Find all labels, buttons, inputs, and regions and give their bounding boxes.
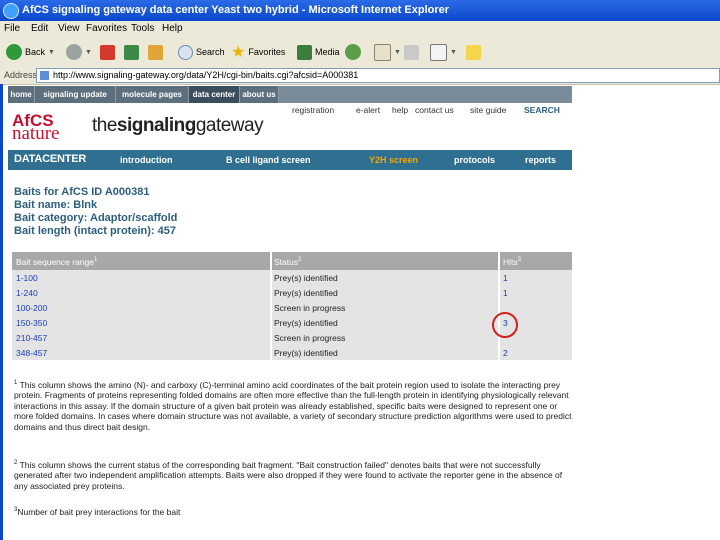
table-row-status: Prey(s) identified bbox=[274, 288, 338, 298]
utility-links: registration e-alert help contact us sit… bbox=[288, 105, 572, 117]
table-row-hits[interactable]: 1 bbox=[503, 288, 508, 298]
page-icon bbox=[40, 71, 49, 80]
nav-home[interactable]: home bbox=[8, 86, 35, 103]
bait-heading-length: Bait length (intact protein): 457 bbox=[14, 225, 176, 237]
stop-button[interactable] bbox=[100, 43, 115, 61]
back-arrow-icon bbox=[6, 44, 22, 60]
menu-view[interactable]: View bbox=[58, 23, 80, 34]
nav-data-center[interactable]: data center bbox=[189, 86, 240, 103]
highlight-circle bbox=[492, 312, 518, 338]
column-divider bbox=[270, 252, 272, 360]
star-icon: ★ bbox=[231, 44, 246, 61]
edit-icon bbox=[430, 43, 447, 61]
footnote-2: 2 This column shows the current status o… bbox=[14, 459, 563, 491]
table-row-range[interactable]: 210-457 bbox=[16, 333, 47, 343]
link-help[interactable]: help bbox=[392, 105, 408, 115]
table-row-range[interactable]: 100-200 bbox=[16, 303, 47, 313]
data-center-title: DATACENTER bbox=[14, 153, 87, 165]
link-site-guide[interactable]: site guide bbox=[470, 105, 506, 115]
favorites-button[interactable]: ★ Favorites bbox=[231, 43, 285, 61]
nav-about-us[interactable]: about us bbox=[240, 86, 279, 103]
site-nav: home signaling update molecule pages dat… bbox=[8, 86, 572, 103]
window-border bbox=[0, 84, 3, 540]
address-label: Address bbox=[4, 70, 38, 80]
table-row-hits[interactable]: 2 bbox=[503, 348, 508, 358]
table-row-range[interactable]: 150-350 bbox=[16, 318, 47, 328]
chevron-down-icon: ▼ bbox=[85, 48, 92, 56]
dc-nav-protocols[interactable]: protocols bbox=[454, 155, 495, 165]
print-icon bbox=[404, 44, 419, 60]
bait-table: Bait sequence range1 Status2 Hits3 1-100… bbox=[12, 252, 572, 360]
table-header: Bait sequence range1 Status2 Hits3 bbox=[12, 252, 572, 270]
menu-bar: File Edit View Favorites Tools Help bbox=[0, 21, 720, 38]
menu-file[interactable]: File bbox=[4, 23, 20, 34]
table-row-status: Screen in progress bbox=[274, 333, 346, 343]
dc-nav-y2h-screen[interactable]: Y2H screen bbox=[369, 155, 418, 165]
column-divider bbox=[498, 252, 500, 360]
window-title-bar: AfCS signaling gateway data center Yeast… bbox=[0, 0, 720, 21]
ie-logo-icon bbox=[3, 3, 19, 19]
bait-heading-category: Bait category: Adaptor/scaffold bbox=[14, 212, 178, 224]
bait-heading-id: Baits for AfCS ID A000381 bbox=[14, 186, 150, 198]
table-row-hits[interactable]: 1 bbox=[503, 273, 508, 283]
home-icon bbox=[148, 44, 163, 60]
col-header-status: Status2 bbox=[274, 257, 302, 267]
link-registration[interactable]: registration bbox=[292, 105, 334, 115]
col-header-hits: Hits3 bbox=[503, 257, 521, 267]
print-button[interactable] bbox=[404, 43, 419, 61]
search-button[interactable]: Search bbox=[178, 43, 225, 61]
chevron-down-icon: ▼ bbox=[48, 48, 55, 56]
mail-icon bbox=[374, 43, 391, 61]
data-center-nav: DATACENTER introduction B cell ligand sc… bbox=[8, 150, 572, 170]
table-row-status: Screen in progress bbox=[274, 303, 346, 313]
search-icon bbox=[178, 44, 193, 60]
footnote-3: 3Number of bait prey interactions for th… bbox=[14, 506, 181, 517]
nav-molecule-pages[interactable]: molecule pages bbox=[116, 86, 189, 103]
search-link[interactable]: SEARCH bbox=[524, 105, 560, 115]
refresh-icon bbox=[124, 44, 139, 60]
bait-heading-name: Bait name: Blnk bbox=[14, 199, 98, 211]
mail-button[interactable]: ▼ bbox=[374, 43, 401, 61]
chevron-down-icon: ▼ bbox=[394, 48, 401, 56]
discuss-button[interactable] bbox=[466, 43, 481, 61]
col-header-range: Bait sequence range1 bbox=[16, 257, 98, 267]
history-icon bbox=[345, 44, 361, 60]
table-row-range[interactable]: 348-457 bbox=[16, 348, 47, 358]
chevron-down-icon: ▼ bbox=[450, 48, 457, 56]
home-button[interactable] bbox=[148, 43, 163, 61]
table-row-status: Prey(s) identified bbox=[274, 348, 338, 358]
nature-logo-text: nature bbox=[12, 123, 60, 144]
footnote-1: 1 This column shows the amino (N)- and c… bbox=[14, 379, 572, 432]
address-input[interactable]: http://www.signaling-gateway.org/data/Y2… bbox=[36, 68, 720, 83]
nav-signaling-update[interactable]: signaling update bbox=[35, 86, 116, 103]
table-row-range[interactable]: 1-240 bbox=[16, 288, 38, 298]
edit-button[interactable]: ▼ bbox=[430, 43, 457, 61]
media-button[interactable]: Media bbox=[297, 43, 340, 61]
back-button[interactable]: Back ▼ bbox=[6, 43, 55, 61]
refresh-button[interactable] bbox=[124, 43, 139, 61]
history-button[interactable] bbox=[345, 43, 361, 61]
window-title: AfCS signaling gateway data center Yeast… bbox=[22, 4, 450, 16]
forward-arrow-icon bbox=[66, 44, 82, 60]
dc-nav-introduction[interactable]: introduction bbox=[120, 155, 173, 165]
table-row-range[interactable]: 1-100 bbox=[16, 273, 38, 283]
link-contact-us[interactable]: contact us bbox=[415, 105, 454, 115]
link-e-alert[interactable]: e-alert bbox=[356, 105, 380, 115]
forward-button[interactable]: ▼ bbox=[66, 43, 92, 61]
menu-help[interactable]: Help bbox=[162, 23, 183, 34]
menu-favorites[interactable]: Favorites bbox=[86, 23, 127, 34]
note-icon bbox=[466, 44, 481, 60]
media-icon bbox=[297, 44, 312, 60]
browser-toolbar: Back ▼ ▼ Search ★ Favorites Media ▼ ▼ bbox=[0, 37, 720, 68]
menu-tools[interactable]: Tools bbox=[131, 23, 154, 34]
table-row-status: Prey(s) identified bbox=[274, 273, 338, 283]
dc-nav-reports[interactable]: reports bbox=[525, 155, 556, 165]
address-url: http://www.signaling-gateway.org/data/Y2… bbox=[53, 70, 359, 80]
table-row-status: Prey(s) identified bbox=[274, 318, 338, 328]
stop-icon bbox=[100, 44, 115, 60]
site-title: thesignalinggateway bbox=[92, 115, 264, 136]
menu-edit[interactable]: Edit bbox=[31, 23, 48, 34]
address-bar: Address http://www.signaling-gateway.org… bbox=[0, 67, 720, 85]
dc-nav-b-cell[interactable]: B cell ligand screen bbox=[226, 155, 311, 165]
